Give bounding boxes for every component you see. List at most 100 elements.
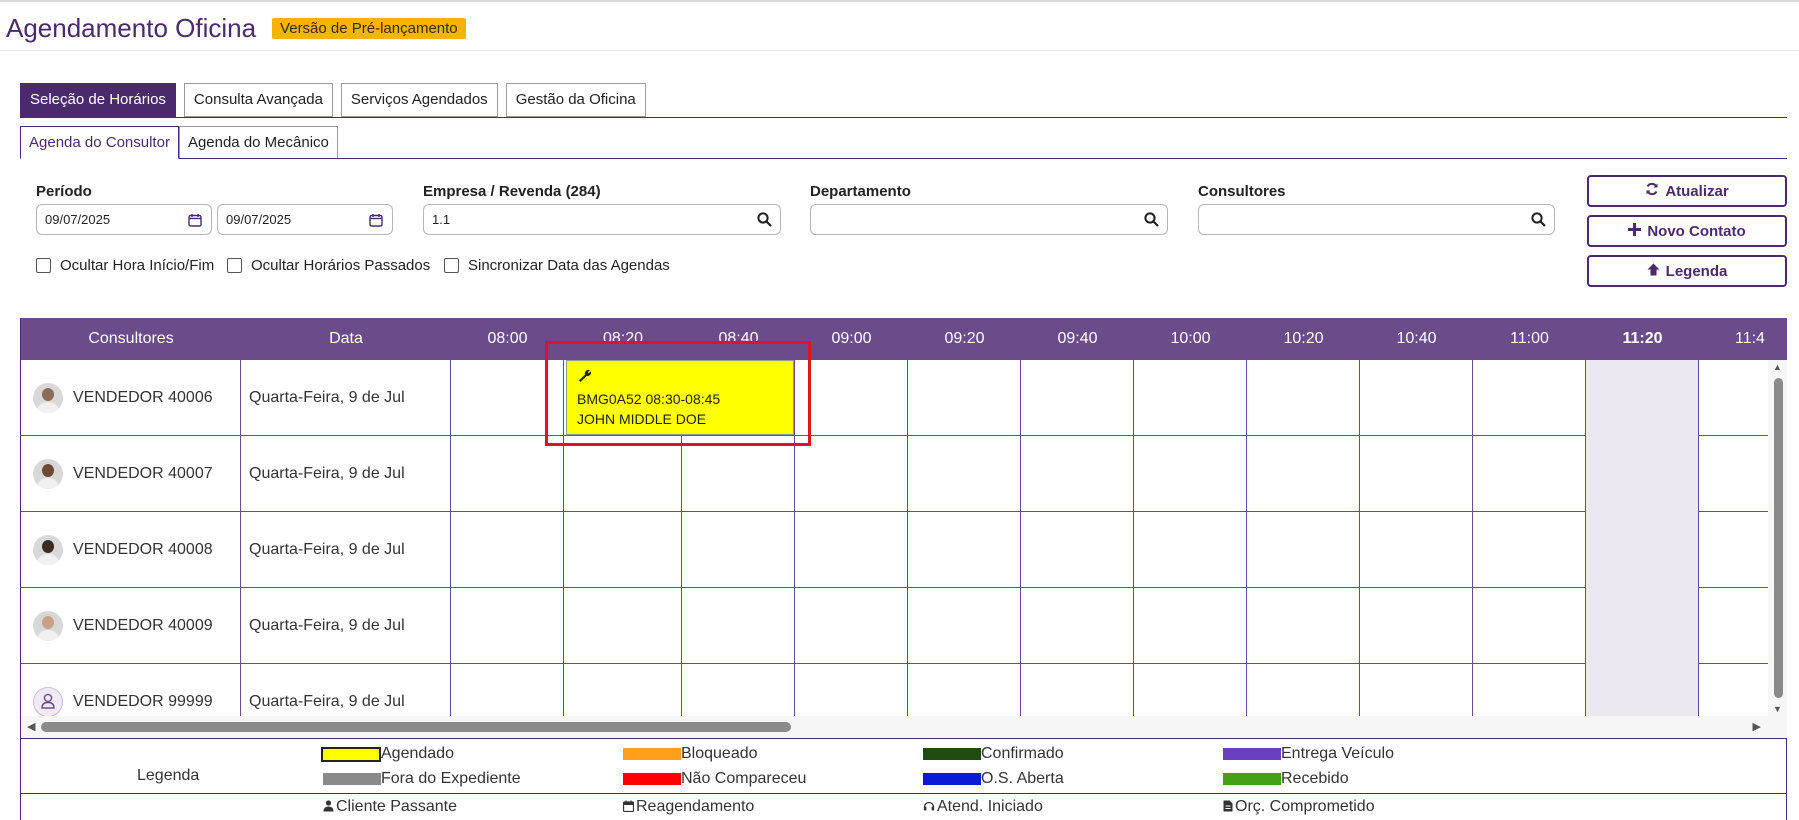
time-slot[interactable]: [1134, 360, 1247, 436]
date-to-field[interactable]: 09/07/2025: [217, 204, 393, 235]
consultor-name: VENDEDOR 40006: [73, 389, 213, 406]
periodo-label: Período: [36, 183, 92, 200]
time-slot[interactable]: [682, 436, 795, 512]
time-slot[interactable]: [682, 664, 795, 716]
tab-agenda-mecanico[interactable]: Agenda do Mecânico: [178, 126, 338, 159]
time-slot-current[interactable]: [1586, 360, 1699, 436]
tab-consulta-avancada[interactable]: Consulta Avançada: [183, 83, 333, 117]
table-row: VENDEDOR 40008 Quarta-Feira, 9 de Jul: [21, 512, 1768, 588]
legend-item-cliente-passante: Cliente Passante: [323, 798, 457, 816]
time-slot[interactable]: [908, 360, 1021, 436]
search-icon[interactable]: [1530, 212, 1546, 228]
tab-selecao-horarios[interactable]: Seleção de Horários: [20, 83, 176, 117]
time-slot[interactable]: [682, 588, 795, 664]
calendar-icon[interactable]: [368, 212, 384, 228]
checkbox-ocultar-hora[interactable]: Ocultar Hora Início/Fim: [36, 257, 214, 274]
time-slot-current[interactable]: [1586, 436, 1699, 512]
time-slot[interactable]: [795, 512, 908, 588]
time-slot[interactable]: [1247, 436, 1360, 512]
time-slot[interactable]: [795, 664, 908, 716]
arrow-up-icon: [1647, 263, 1660, 280]
time-slot[interactable]: [1473, 512, 1586, 588]
time-slot[interactable]: [564, 436, 682, 512]
horizontal-scrollbar[interactable]: ◀ ▶: [20, 716, 1787, 738]
time-slot[interactable]: [1247, 664, 1360, 716]
time-slot[interactable]: [1473, 360, 1586, 436]
time-slot[interactable]: [1021, 436, 1134, 512]
scrollbar-thumb[interactable]: [41, 722, 791, 732]
atualizar-button[interactable]: Atualizar: [1587, 175, 1787, 207]
time-slot[interactable]: [1247, 588, 1360, 664]
time-slot[interactable]: [1134, 664, 1247, 716]
legend-label: Recebido: [1281, 770, 1349, 787]
scroll-right-icon[interactable]: ▶: [1753, 720, 1761, 733]
time-slot-current[interactable]: [1586, 664, 1699, 716]
time-slot[interactable]: [1134, 512, 1247, 588]
novo-contato-button[interactable]: Novo Contato: [1587, 215, 1787, 247]
scroll-down-icon[interactable]: ▼: [1773, 704, 1782, 714]
time-slot[interactable]: [1360, 588, 1473, 664]
legenda-button[interactable]: Legenda: [1587, 255, 1787, 287]
time-slot[interactable]: [908, 436, 1021, 512]
time-slot[interactable]: [1473, 588, 1586, 664]
checkbox-sincronizar[interactable]: Sincronizar Data das Agendas: [444, 257, 670, 274]
time-slot[interactable]: [451, 512, 564, 588]
search-icon[interactable]: [756, 212, 772, 228]
time-slot-current[interactable]: [1586, 512, 1699, 588]
scrollbar-thumb[interactable]: [1774, 378, 1783, 698]
time-slot[interactable]: [1473, 436, 1586, 512]
calendar-icon[interactable]: [187, 212, 203, 228]
time-slot[interactable]: [795, 360, 908, 436]
time-slot[interactable]: [1360, 360, 1473, 436]
time-slot[interactable]: [1473, 664, 1586, 716]
time-slot[interactable]: [1021, 588, 1134, 664]
time-slot[interactable]: [908, 512, 1021, 588]
departamento-field[interactable]: [810, 204, 1168, 235]
search-icon[interactable]: [1143, 212, 1159, 228]
date-from-field[interactable]: 09/07/2025: [36, 204, 212, 235]
time-slot[interactable]: [795, 436, 908, 512]
time-slot[interactable]: [1134, 588, 1247, 664]
empresa-field[interactable]: 1.1: [423, 204, 781, 235]
scroll-left-icon[interactable]: ◀: [27, 720, 35, 733]
time-slot[interactable]: [564, 588, 682, 664]
header-slot: 08:20: [602, 330, 644, 347]
checkbox-box[interactable]: [227, 258, 242, 273]
time-slot[interactable]: [451, 360, 564, 436]
time-slot[interactable]: [908, 588, 1021, 664]
appointment-customer: JOHN MIDDLE DOE: [577, 411, 707, 427]
header-slot: 10:20: [1283, 330, 1324, 347]
checkbox-ocultar-passados[interactable]: Ocultar Horários Passados: [227, 257, 430, 274]
consultores-label: Consultores: [1198, 183, 1286, 200]
tab-agenda-consultor[interactable]: Agenda do Consultor: [20, 126, 179, 159]
time-slot[interactable]: [451, 436, 564, 512]
checkbox-box[interactable]: [444, 258, 459, 273]
checkbox-box[interactable]: [36, 258, 51, 273]
time-slot[interactable]: [1247, 512, 1360, 588]
time-slot[interactable]: [564, 512, 682, 588]
consultores-field[interactable]: [1198, 204, 1555, 235]
tab-gestao-oficina[interactable]: Gestão da Oficina: [505, 83, 646, 117]
time-slot[interactable]: [1134, 436, 1247, 512]
legend-label: Agendado: [381, 745, 454, 762]
time-slot[interactable]: [564, 664, 682, 716]
time-slot[interactable]: [1021, 512, 1134, 588]
time-slot[interactable]: [795, 588, 908, 664]
header-divider: [0, 50, 1799, 51]
appointment-card[interactable]: BMG0A52 08:30-08:45 JOHN MIDDLE DOE: [566, 360, 794, 435]
time-slot[interactable]: [908, 664, 1021, 716]
time-slot[interactable]: [1021, 360, 1134, 436]
time-slot[interactable]: [1360, 436, 1473, 512]
time-slot[interactable]: [451, 664, 564, 716]
tab-servicos-agendados[interactable]: Serviços Agendados: [340, 83, 498, 117]
time-slot[interactable]: [1360, 512, 1473, 588]
scroll-up-icon[interactable]: ▲: [1773, 362, 1782, 372]
time-slot[interactable]: [682, 512, 795, 588]
time-slot[interactable]: [1360, 664, 1473, 716]
legenda-label: Legenda: [1665, 262, 1728, 280]
time-slot[interactable]: [451, 588, 564, 664]
vertical-scrollbar[interactable]: ▲ ▼: [1768, 360, 1787, 716]
time-slot-current[interactable]: [1586, 588, 1699, 664]
time-slot[interactable]: [1021, 664, 1134, 716]
time-slot[interactable]: [1247, 360, 1360, 436]
